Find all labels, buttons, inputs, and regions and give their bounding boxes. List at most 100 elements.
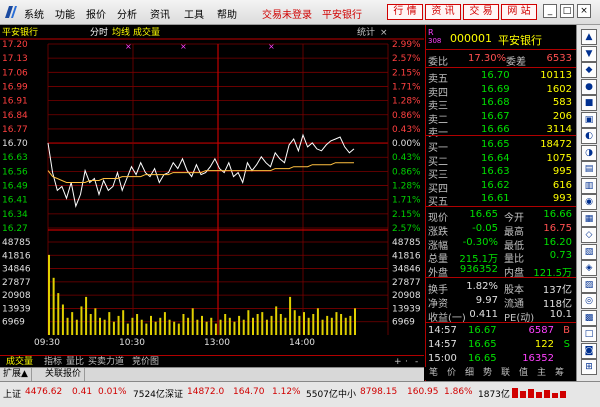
stat-label: 换手 xyxy=(428,285,448,296)
toolbar-tool-icon[interactable]: ◐ xyxy=(581,128,597,144)
toolbar-tool-icon[interactable]: ▲ xyxy=(581,29,597,45)
quote-tab[interactable]: 细 xyxy=(465,367,474,380)
toolbar-tool-icon[interactable]: ◆ xyxy=(581,62,597,78)
ask-row[interactable]: 卖四 16.69 1602 xyxy=(426,83,576,99)
index-sh-amt: 7524亿 xyxy=(133,390,165,400)
ask-price: 16.69 xyxy=(481,83,510,95)
bid-price: 16.63 xyxy=(481,166,510,177)
price-tick-label: 16.84 xyxy=(2,111,28,121)
quote-tab[interactable]: 值 xyxy=(519,367,528,380)
toolbar-tool-icon[interactable]: ◎ xyxy=(581,293,597,309)
stats-button[interactable]: 统计 xyxy=(357,26,375,38)
toolbar-tool-icon[interactable]: ▦ xyxy=(581,210,597,227)
toolbar-tool-icon[interactable]: ◇ xyxy=(581,227,597,243)
toolbar-tool-icon[interactable]: ⊞ xyxy=(581,359,597,375)
expand-tab[interactable]: 扩展▲ xyxy=(0,368,32,381)
quote-tab[interactable]: 主 xyxy=(537,367,546,380)
tab-market-button[interactable]: 行 情 xyxy=(387,4,423,20)
volume-tick-label: 34846 xyxy=(2,265,31,275)
price-tick-label: 16.63 xyxy=(2,153,28,163)
intraday-chart[interactable]: 17.20 2.99% 17.13 2.57% 17.06 2.15% 16.99 1.71%… xyxy=(0,25,424,355)
weicha-value: 6533 xyxy=(546,53,572,64)
event-marker-icon[interactable]: × xyxy=(125,42,132,51)
chart-period-label[interactable]: 分时 xyxy=(90,26,108,38)
stat-row: 净资 9.97 流通 118亿 xyxy=(426,295,576,310)
quote-tab[interactable]: 联 xyxy=(501,367,510,380)
bid-price: 16.64 xyxy=(481,152,510,164)
chart-lines xyxy=(47,133,355,208)
index-sz-name[interactable]: 深证 xyxy=(165,387,183,400)
trade-login-status[interactable]: 交易未登录 xyxy=(262,6,312,21)
volume-tick-label: 13939 xyxy=(2,304,31,314)
menu-info[interactable]: 资讯 xyxy=(150,6,170,21)
stat-label: 总量 xyxy=(428,254,448,266)
bid-row[interactable]: 买三 16.63 995 xyxy=(426,166,576,181)
related-quote-tab[interactable]: 关联报价 xyxy=(42,368,86,381)
current-stock-name: 平安银行 xyxy=(322,10,362,21)
stat-row: 换手 1.82% 股本 137亿 xyxy=(426,281,576,296)
ask-row[interactable]: 卖五 16.70 10113 xyxy=(426,70,576,85)
tab-trade-button[interactable]: 交 易 xyxy=(463,4,499,20)
menu-function[interactable]: 功能 xyxy=(55,6,75,21)
toolbar-tool-icon[interactable]: ▧ xyxy=(581,243,597,260)
toolbar-tool-icon[interactable]: ▣ xyxy=(581,111,597,128)
stat-value: 16.20 xyxy=(543,236,572,248)
toolbar-tool-icon[interactable]: ■ xyxy=(581,95,597,111)
tab-website-button[interactable]: 网 站 xyxy=(501,4,537,20)
tab-news-button[interactable]: 资 讯 xyxy=(425,4,461,20)
toolbar-tool-icon[interactable]: ▤ xyxy=(581,161,597,177)
close-button[interactable]: × xyxy=(577,4,591,18)
price-tick-label: 17.06 xyxy=(2,68,28,78)
index-zx-value: 8798.15 xyxy=(360,387,398,397)
tick-price: 16.65 xyxy=(468,353,497,364)
toolbar-tool-icon[interactable]: □ xyxy=(581,326,597,342)
quote-tabs: 笔价细势联值主筹 xyxy=(425,367,575,380)
bid-row[interactable]: 买一 16.65 18472 xyxy=(426,139,576,154)
ask-price: 16.67 xyxy=(481,110,510,122)
ask-row[interactable]: 卖二 16.67 206 xyxy=(426,110,576,126)
menu-tools[interactable]: 工具 xyxy=(184,6,204,21)
quote-tab[interactable]: 筹 xyxy=(555,367,564,380)
stat-row: 收益(一) 0.411 PE(动) 10.1 xyxy=(426,309,576,324)
menu-quote[interactable]: 报价 xyxy=(86,6,106,21)
chart-close-icon[interactable]: × xyxy=(380,28,388,38)
ask-row[interactable]: 卖三 16.68 583 xyxy=(426,97,576,112)
volume-tick-label-right: 34846 xyxy=(392,265,421,275)
tick-flag: B xyxy=(563,325,570,336)
toolbar-tool-icon[interactable]: ● xyxy=(581,78,597,95)
price-tick-label: 16.27 xyxy=(2,224,28,234)
toolbar-tool-icon[interactable]: ◙ xyxy=(581,342,597,359)
toolbar-tool-icon[interactable]: ▥ xyxy=(581,177,597,194)
stat-row: 涨幅 -0.30% 最低 16.20 xyxy=(426,236,576,252)
index-zx-name[interactable]: 中小 xyxy=(338,387,356,400)
quote-header: R 308 000001 平安银行 xyxy=(426,28,576,47)
menu-help[interactable]: 帮助 xyxy=(217,6,237,21)
quote-tab[interactable]: 势 xyxy=(483,367,492,380)
stat-label: 股本 xyxy=(504,285,524,296)
tick-row: 15:00 16.65 16352 xyxy=(426,353,576,365)
volume-tick-label-right: 48785 xyxy=(392,238,421,248)
minimize-button[interactable]: _ xyxy=(543,4,557,18)
bid-volume: 18472 xyxy=(540,139,572,150)
event-marker-icon[interactable]: × xyxy=(268,42,275,51)
toolbar-tool-icon[interactable]: ◈ xyxy=(581,260,597,276)
index-sh-name[interactable]: 上证 xyxy=(3,387,21,400)
menu-system[interactable]: 系统 xyxy=(24,6,44,21)
bid-row[interactable]: 买四 16.62 616 xyxy=(426,180,576,195)
chart-stock-name: 平安银行 xyxy=(2,26,38,38)
maximize-button[interactable]: □ xyxy=(560,4,574,18)
avg-line-label: 均线 xyxy=(112,26,130,38)
toolbar-tool-icon[interactable]: ▨ xyxy=(581,276,597,293)
toolbar-tool-icon[interactable]: ◉ xyxy=(581,194,597,210)
toolbar-tool-icon[interactable]: ▩ xyxy=(581,309,597,326)
bid-price: 16.65 xyxy=(481,139,510,150)
toolbar-tool-icon[interactable]: ◑ xyxy=(581,144,597,161)
quote-tab[interactable]: 价 xyxy=(447,367,456,380)
event-marker-icon[interactable]: × xyxy=(180,42,187,51)
intraday-chart-panel[interactable]: 17.20 2.99% 17.13 2.57% 17.06 2.15% 16.99 1.71%… xyxy=(0,25,424,355)
menu-analysis[interactable]: 分析 xyxy=(117,6,137,21)
bid-row[interactable]: 买五 16.61 993 xyxy=(426,193,576,208)
toolbar-tool-icon[interactable]: ▼ xyxy=(581,45,597,62)
quote-tab[interactable]: 笔 xyxy=(429,367,438,380)
bid-row[interactable]: 买二 16.64 1075 xyxy=(426,152,576,168)
